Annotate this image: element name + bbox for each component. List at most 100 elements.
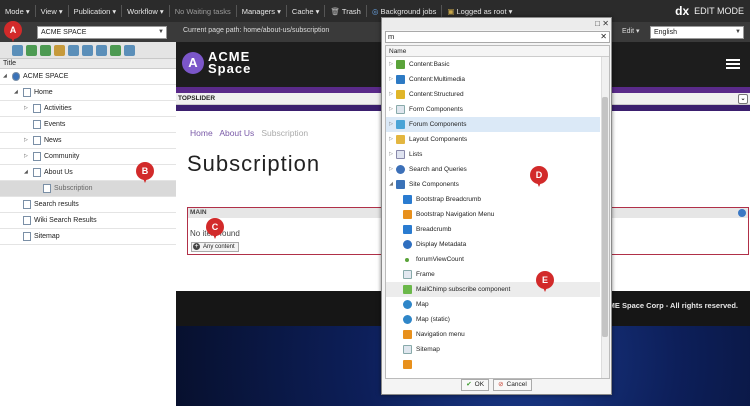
category-site-components[interactable]: ◢ Site Components bbox=[386, 177, 600, 192]
component-bootstrap-nav-menu[interactable]: Bootstrap Navigation Menu bbox=[386, 207, 600, 222]
waiting-tasks[interactable]: No Waiting tasks bbox=[170, 7, 236, 16]
expand-arrow-icon[interactable]: ▷ bbox=[24, 149, 30, 164]
breadcrumb-home[interactable]: Home bbox=[190, 128, 213, 138]
expand-arrow-icon[interactable]: ▷ bbox=[386, 87, 396, 102]
cancel-label: Cancel bbox=[506, 381, 527, 388]
user-menu[interactable]: ▣ Logged as root ▾ bbox=[442, 7, 517, 16]
search-input[interactable]: m ✕ bbox=[385, 31, 610, 43]
tree-node-events[interactable]: Events bbox=[24, 117, 65, 132]
search-icon[interactable] bbox=[68, 44, 79, 56]
component-mailchimp-subscribe[interactable]: MailChimp subscribe component bbox=[386, 282, 600, 297]
clear-search-icon[interactable]: ✕ bbox=[600, 32, 607, 42]
tree-node-label: Sitemap bbox=[34, 233, 60, 240]
component-map-static[interactable]: Map (static) bbox=[386, 312, 600, 327]
tree-node-label: Home bbox=[34, 89, 53, 96]
component-map[interactable]: Map bbox=[386, 297, 600, 312]
folder-icon[interactable] bbox=[54, 44, 65, 56]
component-frame[interactable]: Frame bbox=[386, 267, 600, 282]
expand-arrow-icon[interactable]: ▷ bbox=[386, 117, 396, 132]
managers-menu[interactable]: Managers ▾ bbox=[237, 7, 286, 16]
globe-icon bbox=[12, 72, 20, 81]
mode-menu[interactable]: Mode ▾ bbox=[0, 7, 35, 16]
workflow-menu[interactable]: Workflow ▾ bbox=[122, 7, 169, 16]
expand-arrow-icon[interactable]: ▷ bbox=[386, 57, 396, 72]
group-icon[interactable] bbox=[40, 44, 51, 56]
expand-arrow-icon[interactable]: ▷ bbox=[24, 101, 30, 116]
component-label: Map (static) bbox=[416, 316, 450, 323]
component-navigation-menu[interactable]: Navigation menu bbox=[386, 327, 600, 342]
maximize-icon[interactable]: □ bbox=[595, 19, 600, 28]
tree-node-site[interactable]: ◢ ACME SPACE bbox=[3, 69, 68, 84]
category-content-multimedia[interactable]: ▷ Content:Multimedia bbox=[386, 72, 600, 87]
copyright-text: © ACME Space Corp - All rights reserved. bbox=[590, 301, 738, 310]
collapse-arrow-icon[interactable]: ◢ bbox=[24, 165, 30, 180]
tree-node-wiki-search[interactable]: Wiki Search Results bbox=[14, 213, 97, 228]
component-sitemap[interactable]: Sitemap bbox=[386, 342, 600, 357]
tree-node-activities[interactable]: ▷ Activities bbox=[24, 101, 72, 116]
component-display-metadata[interactable]: Display Metadata bbox=[386, 237, 600, 252]
scroll-thumb[interactable] bbox=[602, 97, 608, 337]
menu-icon bbox=[403, 330, 412, 339]
trash-icon: 🗑 bbox=[330, 6, 342, 16]
view-menu[interactable]: View ▾ bbox=[36, 7, 68, 16]
expand-arrow-icon[interactable]: ▷ bbox=[386, 72, 396, 87]
expand-arrow-icon[interactable]: ▷ bbox=[386, 147, 396, 162]
expand-arrow-icon[interactable]: ▷ bbox=[24, 133, 30, 148]
breadcrumb-about-us[interactable]: About Us bbox=[219, 128, 254, 138]
publication-menu[interactable]: Publication ▾ bbox=[69, 7, 122, 16]
trash-button[interactable]: 🗑 Trash bbox=[325, 7, 365, 16]
tree-node-home[interactable]: ◢ Home bbox=[14, 85, 53, 100]
tree-node-label: About Us bbox=[44, 169, 73, 176]
tree-node-sitemap[interactable]: Sitemap bbox=[14, 229, 60, 244]
expand-arrow-icon[interactable]: ▷ bbox=[386, 102, 396, 117]
category-layout-components[interactable]: ▷ Layout Components bbox=[386, 132, 600, 147]
tree-node-about-us[interactable]: ◢ About Us bbox=[24, 165, 73, 180]
tree-node-search-results[interactable]: Search results bbox=[14, 197, 79, 212]
ok-button[interactable]: ✔ OK bbox=[461, 379, 490, 391]
tree-node-news[interactable]: ▷ News bbox=[24, 133, 62, 148]
tree-node-label: Subscription bbox=[54, 185, 93, 192]
background-jobs-button[interactable]: ◎ Background jobs bbox=[367, 7, 442, 16]
new-page-icon[interactable] bbox=[12, 44, 23, 56]
site-selector[interactable]: ACME SPACE bbox=[37, 26, 167, 39]
cache-menu[interactable]: Cache ▾ bbox=[287, 7, 325, 16]
language-selector[interactable]: English bbox=[650, 26, 744, 39]
category-form-components[interactable]: ▷ Form Components bbox=[386, 102, 600, 117]
category-content-structured[interactable]: ▷ Content:Structured bbox=[386, 87, 600, 102]
category-search-queries[interactable]: ▷ Search and Queries bbox=[386, 162, 600, 177]
tree-node-community[interactable]: ▷ Community bbox=[24, 149, 79, 164]
edit-dropdown[interactable]: Edit ▾ bbox=[622, 27, 640, 35]
refresh-icon[interactable] bbox=[82, 44, 93, 56]
scrollbar[interactable] bbox=[601, 57, 609, 378]
area-options-icon[interactable] bbox=[738, 209, 746, 217]
tree-node-label: ACME SPACE bbox=[23, 73, 69, 80]
category-lists[interactable]: ▷ Lists bbox=[386, 147, 600, 162]
component-partial[interactable] bbox=[386, 357, 600, 372]
settings-icon[interactable] bbox=[124, 44, 135, 56]
collapse-arrow-icon[interactable]: ◢ bbox=[14, 85, 20, 100]
category-content-basic[interactable]: ▷ Content:Basic bbox=[386, 57, 600, 72]
category-label: Site Components bbox=[409, 181, 459, 188]
chevron-down-icon[interactable]: ⌄ bbox=[738, 94, 748, 104]
component-label: Display Metadata bbox=[416, 241, 467, 248]
expand-arrow-icon[interactable]: ▷ bbox=[386, 162, 396, 177]
component-bootstrap-breadcrumb[interactable]: Bootstrap Breadcrumb bbox=[386, 192, 600, 207]
expand-arrow-icon[interactable]: ▷ bbox=[386, 132, 396, 147]
collapse-arrow-icon[interactable]: ◢ bbox=[386, 177, 396, 192]
page-icon bbox=[33, 168, 41, 177]
component-label: Bootstrap Breadcrumb bbox=[416, 196, 482, 203]
category-forum-components[interactable]: ▷ Forum Components bbox=[386, 117, 600, 132]
dialog-buttons: ✔ OK ⊘ Cancel bbox=[382, 379, 611, 391]
component-forum-view-count[interactable]: forumViewCount bbox=[386, 252, 600, 267]
add-user-icon[interactable] bbox=[26, 44, 37, 56]
any-content-button[interactable]: Any content bbox=[191, 242, 239, 252]
sitemap-icon[interactable] bbox=[96, 44, 107, 56]
collapse-arrow-icon[interactable]: ◢ bbox=[3, 69, 9, 84]
breadcrumb: Home About Us Subscription bbox=[190, 128, 308, 138]
category-label: Form Components bbox=[409, 106, 463, 113]
component-breadcrumb[interactable]: Breadcrumb bbox=[386, 222, 600, 237]
cancel-button[interactable]: ⊘ Cancel bbox=[493, 379, 532, 391]
close-icon[interactable]: ✕ bbox=[602, 19, 609, 28]
hamburger-menu-icon[interactable] bbox=[726, 59, 740, 69]
preview-icon[interactable] bbox=[110, 44, 121, 56]
